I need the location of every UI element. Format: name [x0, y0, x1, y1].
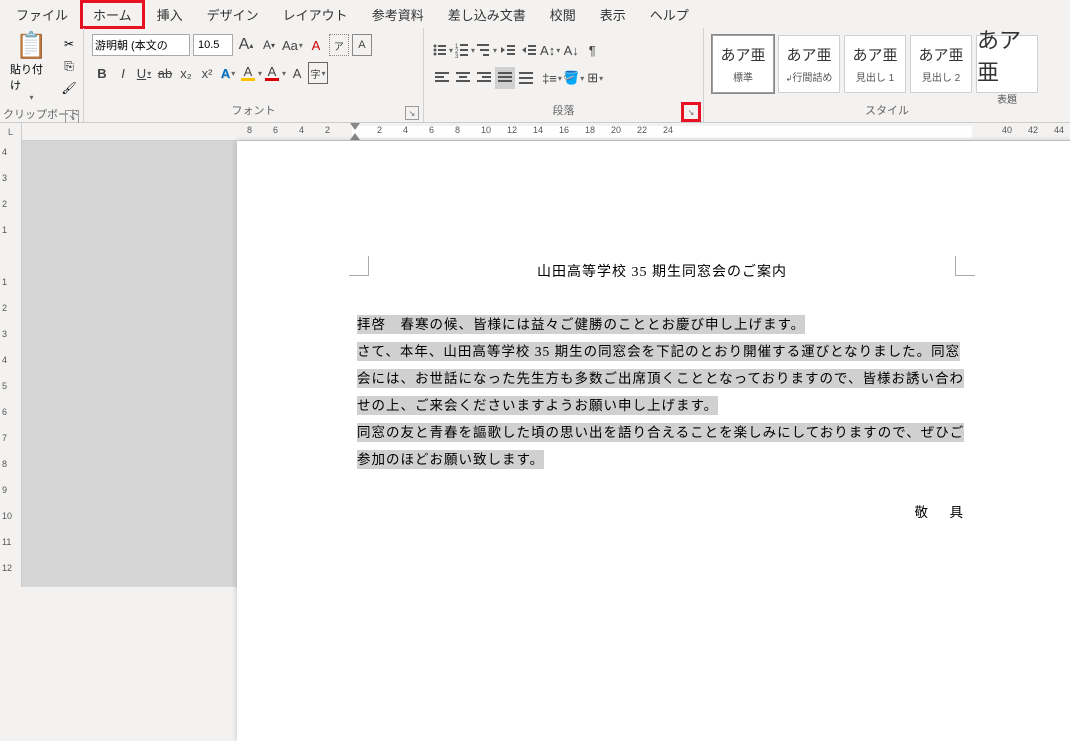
text-direction-button[interactable]: A↕	[540, 39, 560, 61]
doc-paragraph-2[interactable]: さて、本年、山田高等学校 35 期生の同窓会を下記のとおり開催する運びとなりまし…	[357, 342, 964, 415]
pilcrow-icon: ¶	[589, 43, 596, 58]
multilevel-list-button[interactable]	[476, 39, 497, 61]
align-right-button[interactable]	[474, 67, 494, 89]
decrease-indent-button[interactable]	[498, 39, 518, 61]
styles-group-label: スタイル	[704, 100, 1070, 122]
align-left-button[interactable]	[432, 67, 452, 89]
font-family-select[interactable]	[92, 34, 190, 56]
doc-paragraph-1[interactable]: 拝啓 春寒の候、皆様には益々ご健勝のこととお慶び申し上げます。	[357, 315, 805, 334]
sort-icon: A↓	[564, 43, 579, 58]
tab-view[interactable]: 表示	[588, 1, 638, 28]
font-group-label: フォント ↘	[84, 100, 423, 122]
hanging-indent-marker[interactable]	[350, 133, 360, 140]
margin-mark-tl	[349, 256, 369, 276]
grow-font-button[interactable]: A▴	[236, 34, 256, 56]
justify-icon	[497, 70, 513, 86]
align-center-icon	[455, 70, 471, 86]
style-title[interactable]: あア亜 表題	[976, 35, 1038, 93]
clipboard-launcher[interactable]: ↘	[65, 110, 79, 124]
show-marks-button[interactable]: ¶	[582, 39, 602, 61]
bold-button[interactable]: B	[92, 62, 112, 84]
document-page[interactable]: 山田高等学校 35 期生同窓会のご案内 拝啓 春寒の候、皆様には益々ご健勝のこと…	[237, 141, 1070, 741]
tab-references[interactable]: 参考資料	[360, 1, 436, 28]
style-heading2[interactable]: あア亜 見出し 2	[910, 35, 972, 93]
distribute-button[interactable]	[516, 67, 536, 89]
paste-label: 貼り付け	[10, 61, 53, 93]
align-right-icon	[476, 70, 492, 86]
clipboard-icon: 📋	[15, 30, 47, 61]
phonetic-guide-button[interactable]: ア	[329, 34, 349, 56]
brush-icon: 🖌	[61, 81, 76, 95]
copy-icon: ⎘	[64, 59, 74, 74]
change-case-button[interactable]: Aa	[282, 34, 303, 56]
paragraph-launcher[interactable]: ↘	[681, 102, 701, 122]
char-shading-button[interactable]: A	[287, 62, 307, 84]
copy-button[interactable]: ⎘	[59, 56, 79, 76]
text-dir-icon: A↕	[540, 43, 555, 58]
margin-mark-tr	[955, 256, 975, 276]
borders-icon: ⊞	[587, 70, 598, 86]
paint-bucket-icon: 🪣	[563, 70, 579, 86]
bullets-button[interactable]	[432, 39, 453, 61]
align-left-icon	[434, 70, 450, 86]
align-center-button[interactable]	[453, 67, 473, 89]
style-normal[interactable]: あア亜 標準	[712, 35, 774, 93]
doc-closing[interactable]: 敬 具	[357, 501, 967, 521]
tab-design[interactable]: デザイン	[195, 1, 271, 28]
tab-file[interactable]: ファイル	[4, 1, 80, 28]
text-effects-button[interactable]: A	[218, 62, 238, 84]
tab-mailings[interactable]: 差し込み文書	[436, 1, 538, 28]
tab-insert[interactable]: 挿入	[145, 1, 195, 28]
subscript-button[interactable]: x₂	[176, 62, 196, 84]
justify-button[interactable]	[495, 67, 515, 89]
increase-indent-button[interactable]	[519, 39, 539, 61]
bullets-icon	[432, 42, 448, 58]
doc-paragraph-3[interactable]: 同窓の友と青春を謳歌した頃の思い出を語り合えることを楽しみにしておりますので、ぜ…	[357, 423, 964, 469]
tab-help[interactable]: ヘルプ	[638, 1, 701, 28]
multilevel-icon	[476, 42, 492, 58]
numbering-icon: 123	[454, 42, 470, 58]
menu-bar: ファイル ホーム 挿入 デザイン レイアウト 参考資料 差し込み文書 校閲 表示…	[0, 0, 1070, 28]
distribute-icon	[518, 70, 534, 86]
font-color-button[interactable]: A	[263, 62, 286, 84]
style-nospacing[interactable]: あア亜 ↲行間詰め	[778, 35, 840, 93]
first-line-indent-marker[interactable]	[350, 123, 360, 130]
clear-format-button[interactable]: A	[306, 34, 326, 56]
superscript-button[interactable]: x²	[197, 62, 217, 84]
document-canvas[interactable]: 山田高等学校 35 期生同窓会のご案内 拝啓 春寒の候、皆様には益々ご健勝のこと…	[22, 141, 1070, 587]
tab-home[interactable]: ホーム	[80, 0, 145, 29]
italic-button[interactable]: I	[113, 62, 133, 84]
indent-icon	[521, 42, 537, 58]
style-heading1[interactable]: あア亜 見出し 1	[844, 35, 906, 93]
enclose-char-button[interactable]: A	[352, 34, 372, 56]
outdent-icon	[500, 42, 516, 58]
strike-button[interactable]: ab	[155, 62, 175, 84]
scissors-icon: ✂	[64, 37, 74, 51]
font-size-select[interactable]	[193, 34, 233, 56]
horizontal-ruler[interactable]: 8 6 4 2 2 4 6 8 10 12 14 16 18 20 22 24 …	[22, 123, 1070, 141]
line-spacing-button[interactable]: ‡≡	[542, 67, 562, 89]
tab-layout[interactable]: レイアウト	[271, 1, 360, 28]
font-launcher[interactable]: ↘	[405, 106, 419, 120]
char-border-button[interactable]: 字	[308, 62, 328, 84]
line-spacing-icon: ‡≡	[542, 71, 557, 86]
vertical-ruler[interactable]: 4 3 2 1 1 2 3 4 5 6 7 8 9 10 11 12	[0, 141, 22, 587]
ribbon: 📋 貼り付け ▾ ✂ ⎘ 🖌 クリップボード ↘ A▴ A▾ Aa A	[0, 28, 1070, 123]
cut-button[interactable]: ✂	[59, 34, 79, 54]
shrink-font-button[interactable]: A▾	[259, 34, 279, 56]
svg-text:3: 3	[455, 54, 459, 58]
shading-button[interactable]: 🪣	[563, 67, 584, 89]
tab-review[interactable]: 校閲	[538, 1, 588, 28]
underline-button[interactable]: U	[134, 62, 154, 84]
sort-button[interactable]: A↓	[561, 39, 581, 61]
paragraph-group-label: 段落 ↘	[424, 100, 703, 122]
highlight-button[interactable]: A	[239, 62, 262, 84]
styles-gallery[interactable]: あア亜 標準 あア亜 ↲行間詰め あア亜 見出し 1 あア亜 見出し 2 あア亜	[708, 31, 1042, 97]
doc-title[interactable]: 山田高等学校 35 期生同窓会のご案内	[357, 261, 967, 281]
paste-button[interactable]: 📋 貼り付け ▾	[4, 30, 59, 102]
format-painter-button[interactable]: 🖌	[59, 78, 79, 98]
borders-button[interactable]: ⊞	[585, 67, 605, 89]
numbering-button[interactable]: 123	[454, 39, 475, 61]
